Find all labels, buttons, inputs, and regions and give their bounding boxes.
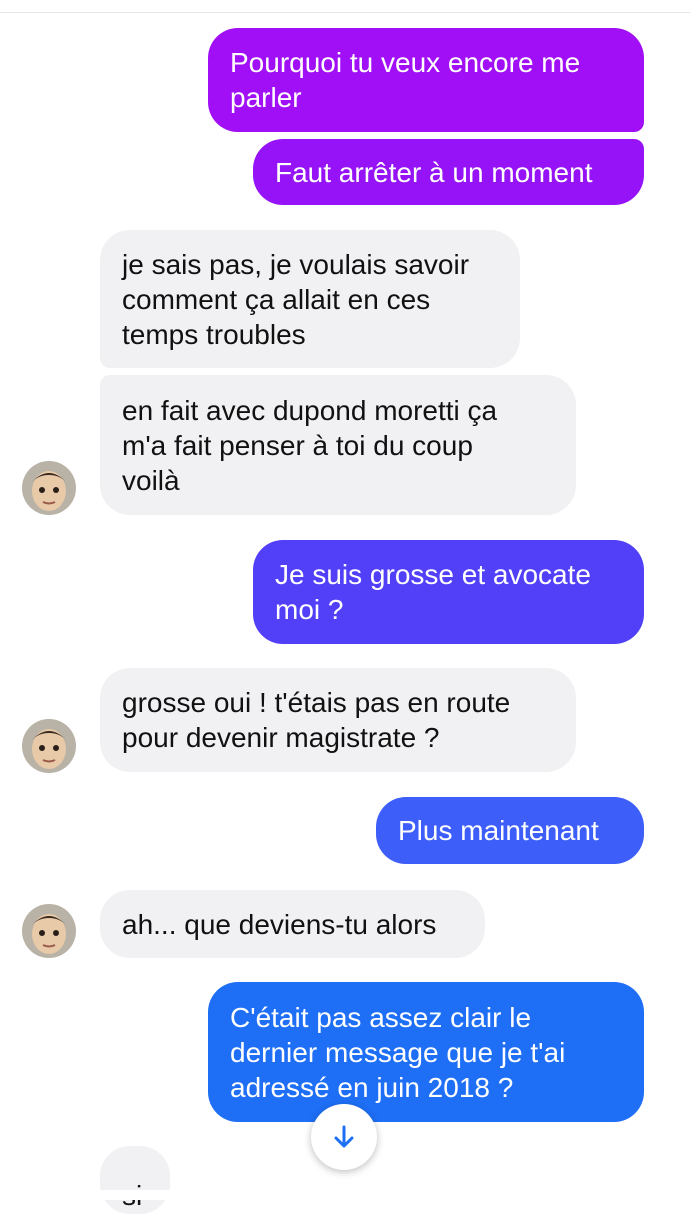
incoming-message[interactable]: ah... que deviens-tu alors <box>100 890 485 958</box>
arrow-down-icon <box>334 1125 354 1148</box>
avatar-image <box>22 719 76 773</box>
message-text: Je suis grosse et avocate moi ? <box>275 559 591 625</box>
message-text: Plus maintenant <box>398 815 599 846</box>
message-text: grosse oui ! t'étais pas en route pour d… <box>122 687 511 753</box>
outgoing-message[interactable]: C'était pas assez clair le dernier messa… <box>208 982 644 1122</box>
top-bar <box>0 0 690 13</box>
incoming-message[interactable]: grosse oui ! t'étais pas en route pour d… <box>100 668 576 772</box>
scroll-to-bottom-button[interactable] <box>311 1104 377 1170</box>
message-text: Pourquoi tu veux encore me parler <box>230 47 581 113</box>
message-text: Faut arrêter à un moment <box>275 156 593 188</box>
incoming-message[interactable]: je sais pas, je voulais savoir comment ç… <box>100 230 520 368</box>
message-text: si <box>122 1148 142 1213</box>
outgoing-message[interactable]: Pourquoi tu veux encore me parler <box>208 28 644 132</box>
avatar-image <box>22 461 76 515</box>
incoming-message[interactable]: si <box>100 1146 170 1214</box>
bottom-edge <box>0 1190 690 1200</box>
message-text: je sais pas, je voulais savoir comment ç… <box>122 248 470 350</box>
outgoing-message[interactable]: Faut arrêter à un moment <box>253 139 644 205</box>
avatar-image <box>22 904 76 958</box>
outgoing-message[interactable]: Je suis grosse et avocate moi ? <box>253 540 644 644</box>
contact-avatar[interactable] <box>22 904 76 958</box>
message-text: en fait avec dupond moretti ça m'a fait … <box>122 394 498 496</box>
message-text: ah... que deviens-tu alors <box>122 908 437 940</box>
outgoing-message[interactable]: Plus maintenant <box>376 797 644 864</box>
contact-avatar[interactable] <box>22 461 76 515</box>
message-text: C'était pas assez clair le dernier messa… <box>230 1001 566 1103</box>
contact-avatar[interactable] <box>22 719 76 773</box>
incoming-message[interactable]: en fait avec dupond moretti ça m'a fait … <box>100 375 576 515</box>
